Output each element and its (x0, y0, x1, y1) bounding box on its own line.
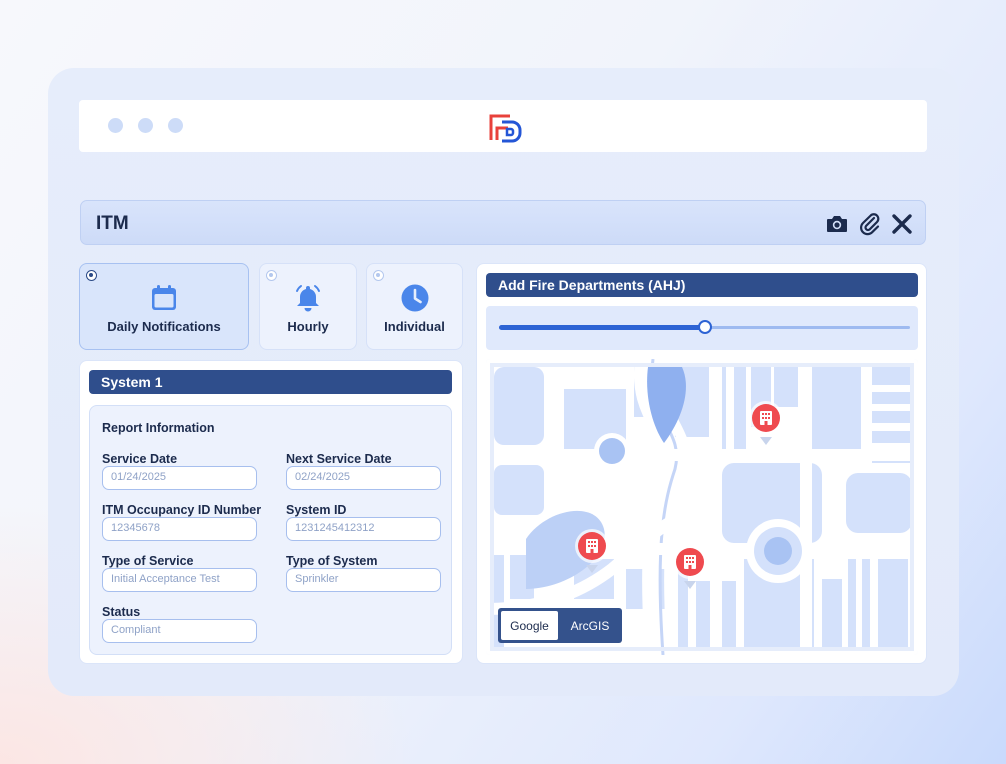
bell-icon (296, 285, 320, 312)
building-marker-icon[interactable] (574, 527, 610, 575)
fp-logo-icon (489, 114, 522, 143)
occupancy-id-field[interactable]: 12345678 (102, 517, 257, 541)
type-of-system-label: Type of System (286, 554, 378, 568)
map-provider-toggle: Google ArcGIS (498, 608, 622, 643)
report-information-box: Report Information Service Date 01/24/20… (89, 405, 452, 655)
paperclip-icon[interactable] (858, 212, 882, 236)
camera-icon[interactable] (825, 212, 849, 236)
calendar-icon (152, 285, 176, 310)
option-daily-notifications[interactable]: Daily Notifications (79, 263, 249, 350)
map-view[interactable]: Google ArcGIS (486, 359, 918, 655)
google-map-button[interactable]: Google (501, 611, 558, 640)
report-title: Report Information (102, 421, 215, 435)
system-id-label: System ID (286, 503, 347, 517)
close-icon[interactable] (890, 212, 914, 236)
fire-departments-panel: Add Fire Departments (AHJ) Google ArcGIS (476, 263, 927, 664)
radio-button[interactable] (266, 270, 277, 281)
option-individual[interactable]: Individual (366, 263, 463, 350)
slider-fill (499, 325, 705, 330)
next-service-date-label: Next Service Date (286, 452, 392, 466)
system-header: System 1 (89, 370, 452, 394)
service-date-field[interactable]: 01/24/2025 (102, 466, 257, 490)
option-label: Hourly (287, 319, 329, 334)
building-marker-icon[interactable] (672, 543, 708, 591)
arcgis-map-button[interactable]: ArcGIS (560, 611, 620, 640)
option-label: Daily Notifications (107, 319, 221, 334)
building-marker-icon[interactable] (748, 399, 784, 447)
radius-slider-area (486, 306, 918, 350)
fire-departments-header: Add Fire Departments (AHJ) (486, 273, 918, 297)
next-service-date-field[interactable]: 02/24/2025 (286, 466, 441, 490)
occupancy-id-label: ITM Occupancy ID Number (102, 503, 262, 517)
clock-icon (401, 284, 428, 312)
option-hourly[interactable]: Hourly (259, 263, 357, 350)
type-of-service-label: Type of Service (102, 554, 194, 568)
browser-bar (79, 100, 927, 152)
status-field[interactable]: Compliant (102, 619, 257, 643)
system-id-field[interactable]: 1231245412312 (286, 517, 441, 541)
window-dot-icon[interactable] (168, 118, 183, 133)
window-dot-icon[interactable] (138, 118, 153, 133)
slider-thumb[interactable] (697, 320, 712, 334)
page-title: ITM (96, 213, 129, 234)
option-label: Individual (384, 319, 445, 334)
service-date-label: Service Date (102, 452, 178, 466)
type-of-system-field[interactable]: Sprinkler (286, 568, 441, 592)
status-label: Status (102, 605, 141, 619)
title-bar: ITM (80, 200, 926, 245)
type-of-service-field[interactable]: Initial Acceptance Test (102, 568, 257, 592)
window-dot-icon[interactable] (108, 118, 123, 133)
radio-button[interactable] (373, 270, 384, 281)
system-panel: System 1 Report Information Service Date… (79, 360, 463, 664)
radio-button[interactable] (86, 270, 97, 281)
